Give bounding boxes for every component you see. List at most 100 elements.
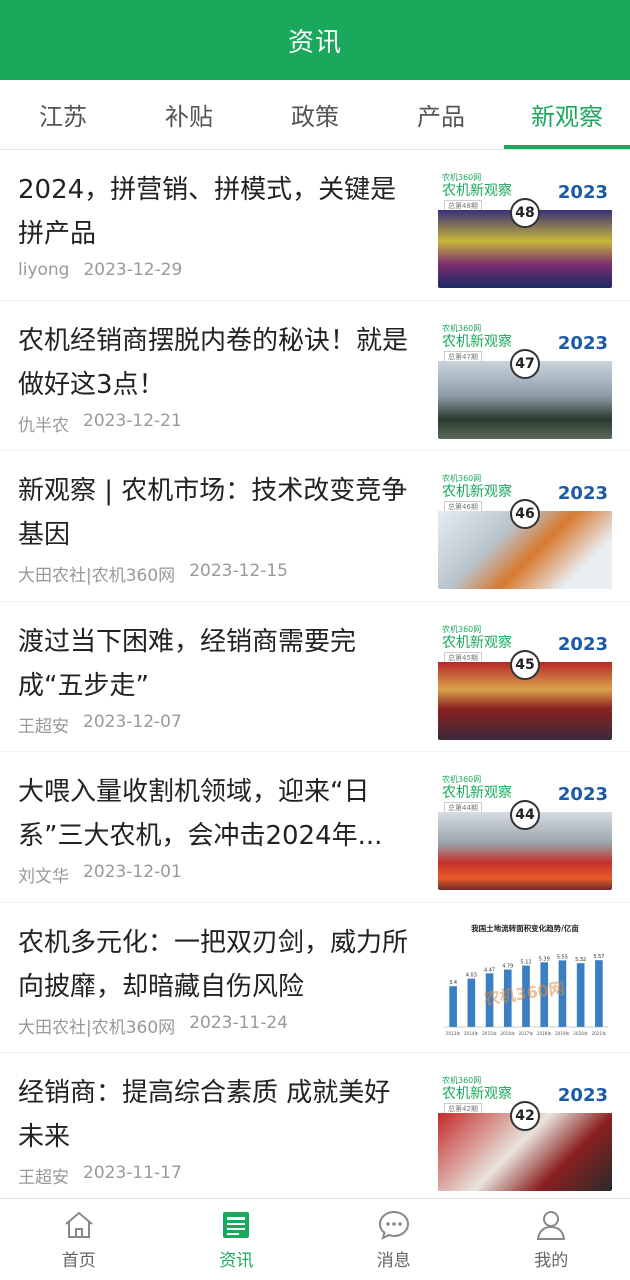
tab-label: 产品 [417,103,465,131]
article-author: liyong [18,260,70,280]
list-item[interactable]: 新观察 | 农机市场：技术改变竞争基因 大田农社|农机360网 2023-12-… [0,451,630,602]
category-tabs: 江苏 补贴 政策 产品 新观察 [0,80,630,150]
tab-policy[interactable]: 政策 [252,80,378,149]
chart-bar [576,962,585,1027]
article-thumbnail[interactable]: 农机360网 农机新观察 2023 总第42期 42 [438,1071,612,1191]
list-item[interactable]: 经销商：提高综合素质 成就美好未来 王超安 2023-11-17 农机360网 … [0,1053,630,1198]
article-title[interactable]: 渡过当下困难，经销商需要完成“五步走” [18,620,416,708]
article-thumbnail[interactable]: 农机360网 农机新观察 2023 总第45期 45 [438,619,612,740]
article-text: 农机经销商摆脱内卷的秘诀！就是做好这3点！ 仇半农 2023-12-21 [18,319,438,451]
nav-home[interactable]: 首页 [0,1199,158,1280]
nav-profile[interactable]: 我的 [473,1199,630,1280]
thumb-year: 2023 [557,332,608,354]
app-root: 资讯 江苏 补贴 政策 产品 新观察 2024，拼营销、拼模式，关键是拼产品 l… [0,0,630,1280]
bar-chart: 我国土地流转面积变化趋势/亿亩 3.4 2013年 4.03 2014年 4.47 2015… [444,923,608,1037]
data-label: 5.57 [593,954,604,960]
article-text: 渡过当下困难，经销商需要完成“五步走” 王超安 2023-12-07 [18,620,438,752]
data-label: 5.55 [557,954,568,960]
issue-badge: 47 [510,348,540,379]
tick-label: 2018年 [537,1030,552,1037]
article-thumbnail[interactable]: 农机360网 农机新观察 2023 总第46期 46 [438,469,612,589]
nav-label: 资讯 [219,1251,254,1271]
article-thumbnail[interactable]: 农机360网 农机新观察 2023 总第44期 44 [438,770,612,890]
data-label: 5.12 [520,959,531,965]
article-thumbnail[interactable]: 农机360网 农机新观察 2023 总第48期 48 [438,168,612,288]
tab-label: 江苏 [39,103,87,131]
data-label: 4.03 [466,972,477,978]
article-date: 2023-12-21 [83,410,182,431]
data-label: 3.4 [449,980,457,986]
home-icon [65,1211,93,1238]
article-text: 新观察 | 农机市场：技术改变竞争基因 大田农社|农机360网 2023-12-… [18,469,438,601]
chart-title: 我国土地流转面积变化趋势/亿亩 [471,923,579,933]
tick-label: 2014年 [464,1030,479,1037]
bottom-navigation: 首页 资讯 消息 我的 [0,1198,630,1280]
chart-thumbnail[interactable]: 我国土地流转面积变化趋势/亿亩 3.4 2013年 4.03 2014年 4.47 2015… [438,920,612,1041]
tick-label: 2019年 [555,1030,570,1037]
article-title[interactable]: 农机多元化：一把双刃剑，威力所向披靡，却暗藏自伤风险 [18,921,416,1009]
tab-new-observation[interactable]: 新观察 [504,80,630,149]
article-date: 2023-12-15 [189,561,288,581]
thumb-year: 2023 [557,1085,608,1106]
nav-news[interactable]: 资讯 [158,1199,316,1280]
data-label: 4.79 [502,963,513,969]
thumb-label: 农机新观察 [442,1085,512,1101]
page-title: 资讯 [287,27,342,58]
article-text: 大喂入量收割机领域，迎来“日系”三大农机，会冲击2024年... 刘文华 202… [18,770,438,902]
tab-label: 新观察 [531,103,603,131]
article-title[interactable]: 大喂入量收割机领域，迎来“日系”三大农机，会冲击2024年... [18,770,416,858]
list-item[interactable]: 大喂入量收割机领域，迎来“日系”三大农机，会冲击2024年... 刘文华 202… [0,752,630,903]
profile-icon [537,1211,566,1240]
article-title[interactable]: 经销商：提高综合素质 成就美好未来 [18,1071,416,1159]
article-author: 仇半农 [18,415,69,436]
article-author: 大田农社|农机360网 [18,1017,176,1038]
list-item[interactable]: 渡过当下困难，经销商需要完成“五步走” 王超安 2023-12-07 农机360… [0,602,630,752]
data-label: 4.47 [484,967,495,973]
thumb-year: 2023 [557,633,608,655]
thumb-label: 农机新观察 [442,633,512,650]
issue-badge: 46 [510,499,540,529]
nav-messages[interactable]: 消息 [315,1199,473,1280]
thumb-label: 农机新观察 [442,784,512,800]
article-text: 2024，拼营销、拼模式，关键是拼产品 liyong 2023-12-29 [18,168,438,300]
tab-label: 补贴 [165,103,213,131]
article-text: 农机多元化：一把双刃剑，威力所向披靡，却暗藏自伤风险 大田农社|农机360网 2… [18,921,438,1053]
chart-bar [449,985,457,1027]
issue-badge: 44 [510,800,540,830]
tick-label: 2017年 [519,1030,534,1037]
tick-label: 2016年 [500,1030,515,1037]
article-title[interactable]: 农机经销商摆脱内卷的秘诀！就是做好这3点！ [18,319,416,407]
article-title[interactable]: 2024，拼营销、拼模式，关键是拼产品 [18,168,416,256]
article-meta: 王超安 2023-11-17 [18,1163,416,1188]
list-item[interactable]: 2024，拼营销、拼模式，关键是拼产品 liyong 2023-12-29 农机… [0,150,630,301]
article-author: 刘文华 [18,867,69,887]
article-meta: 刘文华 2023-12-01 [18,862,416,887]
nav-label: 我的 [534,1251,569,1271]
message-icon [378,1210,409,1240]
issue-badge: 48 [510,198,540,228]
article-meta: 仇半农 2023-12-21 [18,411,416,436]
article-thumbnail[interactable]: 农机360网 农机新观察 2023 总第47期 47 [438,318,612,439]
article-date: 2023-12-29 [83,260,183,280]
thumb-year: 2023 [557,182,608,203]
tick-label: 2021年 [591,1030,606,1037]
tab-product[interactable]: 产品 [378,80,504,149]
article-title[interactable]: 新观察 | 农机市场：技术改变竞争基因 [18,469,416,557]
article-meta: 大田农社|农机360网 2023-12-15 [18,561,416,586]
issue-badge: 45 [510,649,540,680]
tab-jiangsu[interactable]: 江苏 [0,80,126,149]
nav-label: 首页 [61,1251,96,1271]
list-item[interactable]: 农机多元化：一把双刃剑，威力所向披靡，却暗藏自伤风险 大田农社|农机360网 2… [0,903,630,1053]
tick-label: 2020年 [573,1030,588,1037]
chart-bar [467,978,476,1027]
nav-label: 消息 [376,1251,411,1271]
list-item[interactable]: 农机经销商摆脱内卷的秘诀！就是做好这3点！ 仇半农 2023-12-21 农机3… [0,301,630,451]
article-text: 经销商：提高综合素质 成就美好未来 王超安 2023-11-17 [18,1071,438,1198]
data-label: 5.39 [539,956,550,962]
tab-subsidy[interactable]: 补贴 [126,80,252,149]
tick-label: 2013年 [446,1030,461,1037]
top-bar: 资讯 [0,0,630,80]
article-list: 2024，拼营销、拼模式，关键是拼产品 liyong 2023-12-29 农机… [0,150,630,1198]
tick-label: 2015年 [482,1030,497,1037]
article-author: 大田农社|农机360网 [18,566,176,586]
